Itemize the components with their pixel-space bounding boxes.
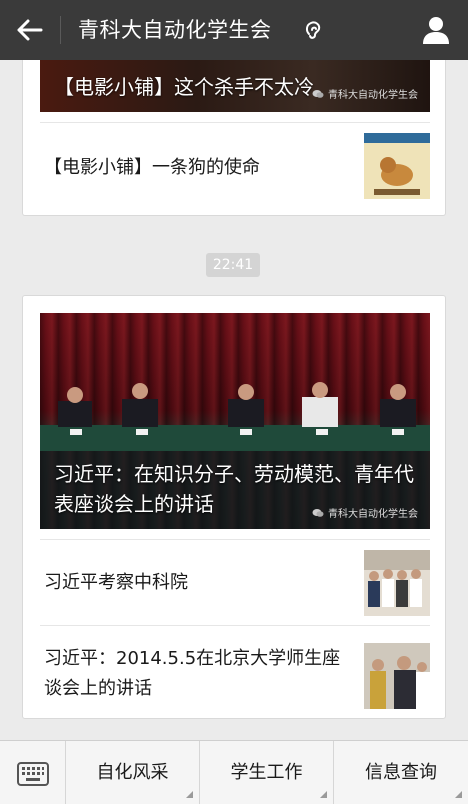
bottom-menu: 自化风采 学生工作 信息查询 [0,740,468,804]
page-title: 青科大自动化学生会 [78,18,272,42]
article-card: 【电影小铺】这个杀手不太冷 青科大自动化学生会 【电影小铺】一条狗的使命 [22,60,446,216]
wechat-icon [312,89,324,98]
thumbnail-image [364,550,430,616]
watermark-text: 青科大自动化学生会 [328,509,418,520]
ear-icon [305,21,321,39]
article-card: 习近平：在知识分子、劳动模范、青年代表座谈会上的讲话 青科大自动化学生会 习近平… [22,295,446,719]
menu-item-label: 信息查询 [365,762,437,783]
cover-article[interactable]: 习近平：在知识分子、劳动模范、青年代表座谈会上的讲话 青科大自动化学生会 [40,313,430,529]
list-item-title: 习近平考察中科院 [44,572,188,593]
cover-article[interactable]: 【电影小铺】这个杀手不太冷 青科大自动化学生会 [40,60,430,112]
menu-item-info-query[interactable]: 信息查询 [334,741,468,804]
keyboard-icon [16,761,49,786]
watermark: 青科大自动化学生会 [312,86,418,101]
submenu-indicator-icon [455,791,462,798]
list-item[interactable]: 习近平：2014.5.5在北京大学师生座谈会上的讲话 [40,625,430,721]
list-item[interactable]: 【电影小铺】一条狗的使命 [40,122,430,217]
list-item-title: 【电影小铺】一条狗的使命 [44,157,260,178]
watermark: 青科大自动化学生会 [312,505,418,520]
submenu-indicator-icon [186,791,193,798]
submenu-indicator-icon [320,791,327,798]
time-badge: 22:41 [206,253,260,277]
thumbnail-image [364,643,430,709]
wechat-icon [312,508,324,517]
cover-title: 【电影小铺】这个杀手不太冷 [54,75,314,99]
watermark-text: 青科大自动化学生会 [328,90,418,101]
person-icon[interactable] [418,12,454,48]
list-item-title: 习近平：2014.5.5在北京大学师生座谈会上的讲话 [44,648,341,699]
header-divider [60,16,61,44]
top-bar: 青科大自动化学生会 [0,0,468,60]
menu-item-label: 学生工作 [230,762,303,783]
back-button[interactable] [10,12,50,48]
list-item[interactable]: 习近平考察中科院 [40,539,430,626]
thumbnail-image [364,133,430,199]
menu-item-label: 自化风采 [96,762,169,783]
menu-item-student-work[interactable]: 学生工作 [200,741,334,804]
keyboard-button[interactable] [0,741,66,804]
back-arrow-icon [17,19,43,41]
menu-item-style[interactable]: 自化风采 [66,741,200,804]
